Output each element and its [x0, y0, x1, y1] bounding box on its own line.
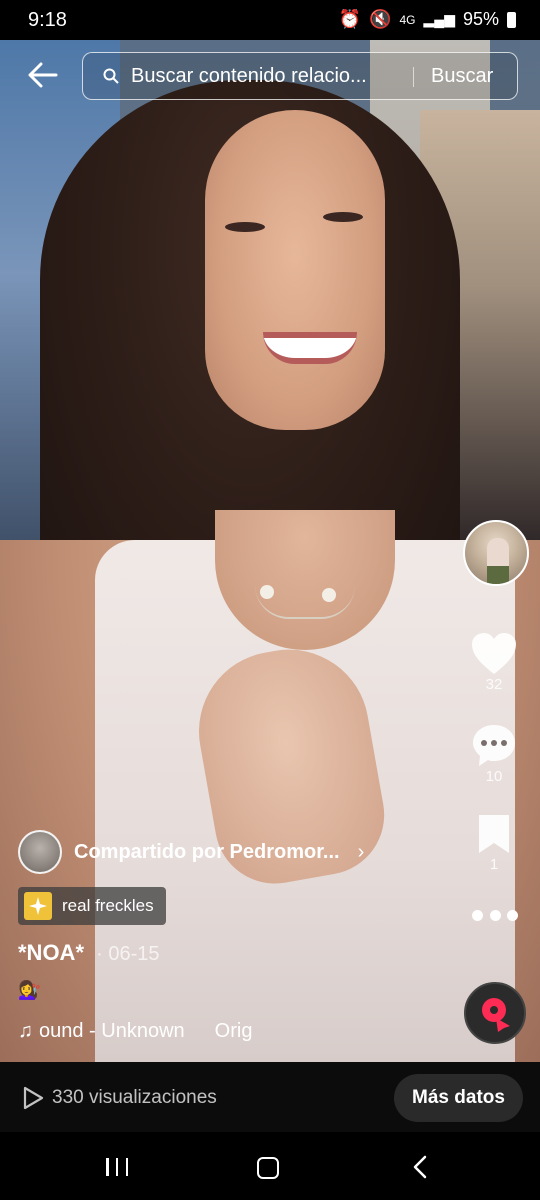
smile: [263, 332, 357, 364]
status-bar: 9:18 ⏰ 🔇 4G ▂▄▆ 95%: [0, 0, 540, 40]
search-bar[interactable]: Buscar contenido relacio... Buscar: [82, 52, 518, 100]
heart-icon: [472, 633, 516, 674]
alarm-icon: ⏰: [338, 9, 362, 29]
status-icons: ⏰ 🔇 4G ▂▄▆ 95%: [339, 9, 516, 30]
right-eye: [323, 212, 363, 222]
caption-emoji: 💇‍♀️: [18, 980, 41, 1000]
chevron-right-icon: ›: [357, 840, 365, 863]
sharer-avatar[interactable]: [18, 830, 62, 874]
status-time: 9:18: [28, 9, 67, 31]
shared-by-row[interactable]: Compartido por Pedromor... ›: [18, 830, 364, 874]
views-row: 330 visualizaciones: [22, 1086, 217, 1110]
search-input[interactable]: Buscar contenido relacio...: [131, 65, 401, 88]
comment-button[interactable]: 10: [466, 722, 522, 785]
effect-label: real freckles: [62, 896, 154, 915]
post-date: · 06-15: [96, 943, 160, 965]
home-icon[interactable]: [257, 1157, 279, 1179]
bottom-bar: 330 visualizaciones Más datos: [0, 1062, 540, 1132]
bookmark-button[interactable]: 1: [466, 812, 522, 873]
creator-avatar[interactable]: [463, 520, 529, 586]
search-button[interactable]: Buscar: [431, 65, 493, 88]
effect-icon: [24, 892, 52, 920]
sound-disc-icon: [482, 998, 510, 1032]
search-icon: [103, 68, 119, 84]
recents-icon[interactable]: [106, 1158, 128, 1176]
music-original: Orig: [214, 1020, 253, 1042]
sound-disc[interactable]: [464, 982, 526, 1044]
avatar-figure-legs: [487, 566, 509, 584]
network-label: 4G: [399, 12, 416, 27]
signal-icon: ▂▄▆: [423, 11, 455, 27]
face: [205, 110, 385, 430]
battery-icon: [507, 11, 516, 28]
views-count: 330 visualizaciones: [52, 1087, 217, 1108]
author-name[interactable]: *NOA*: [18, 940, 84, 965]
left-eye: [225, 222, 265, 232]
music-row[interactable]: ♫ ound - Unknown Orig: [18, 1020, 252, 1043]
pendant: [322, 588, 336, 602]
search-divider: [413, 67, 414, 87]
author-row[interactable]: *NOA* · 06-15: [18, 940, 160, 966]
more-options-icon[interactable]: [472, 910, 518, 922]
effect-tag[interactable]: real freckles: [18, 887, 166, 925]
comment-count: 10: [485, 768, 503, 785]
mute-icon: 🔇: [369, 9, 392, 29]
music-note-icon: ♫: [18, 1020, 33, 1042]
shared-by-text[interactable]: Compartido por Pedromor...: [74, 841, 340, 864]
music-title: ound - Unknown: [39, 1020, 185, 1042]
battery-text: 95%: [462, 9, 499, 29]
play-icon: [23, 1086, 44, 1110]
like-button[interactable]: 32: [466, 632, 522, 693]
pendant: [260, 585, 274, 599]
like-count: 32: [485, 676, 503, 693]
system-nav-bar: [0, 1132, 540, 1200]
nav-back-icon[interactable]: [408, 1154, 434, 1180]
comment-icon: [473, 725, 515, 766]
bookmark-icon: [479, 815, 509, 853]
bookmark-count: 1: [489, 856, 499, 873]
back-arrow-icon[interactable]: [26, 58, 60, 92]
more-data-button[interactable]: Más datos: [394, 1074, 523, 1122]
